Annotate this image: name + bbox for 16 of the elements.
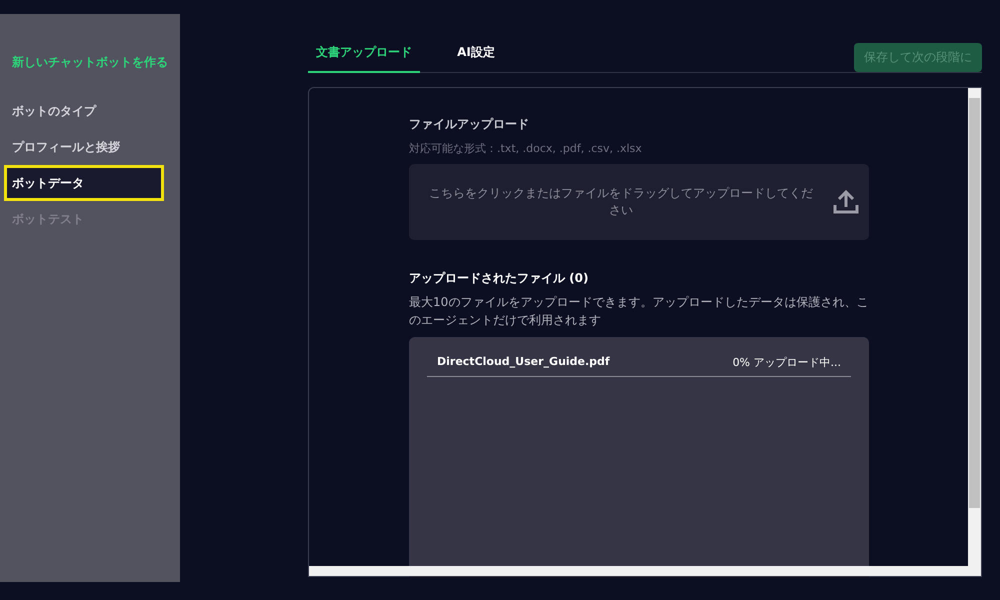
file-name: DirectCloud_User_Guide.pdf	[437, 355, 610, 370]
upload-icon	[833, 190, 859, 214]
horizontal-scrollbar[interactable]	[309, 566, 981, 576]
upload-dropzone[interactable]: こちらをクリックまたはファイルをドラッグしてアップロードしてください	[409, 164, 869, 240]
description-text: 最大10のファイルをアップロードできます。アップロードしたデータは保護され、このエージェントだけで利用されます	[409, 294, 869, 329]
sidebar-step[interactable]: ボットのタイプ	[0, 93, 180, 129]
section-title: ファイルアップロード	[409, 116, 530, 133]
tab[interactable]: 文書アップロード	[308, 36, 420, 73]
sidebar-step[interactable]: ボットデータ	[4, 165, 164, 201]
sidebar-title: 新しいチャットボットを作る	[11, 54, 169, 71]
upload-status: 0% アップロード中...	[732, 355, 841, 370]
tab[interactable]: AI設定	[420, 36, 532, 64]
formats-text: 対応可能な形式：.txt, .docx, .pdf, .csv, .xlsx	[409, 141, 643, 156]
vertical-scrollbar[interactable]	[968, 88, 981, 566]
sidebar-step[interactable]: プロフィールと挨拶	[0, 129, 180, 165]
section-title: アップロードされたファイル (0)	[409, 270, 590, 287]
